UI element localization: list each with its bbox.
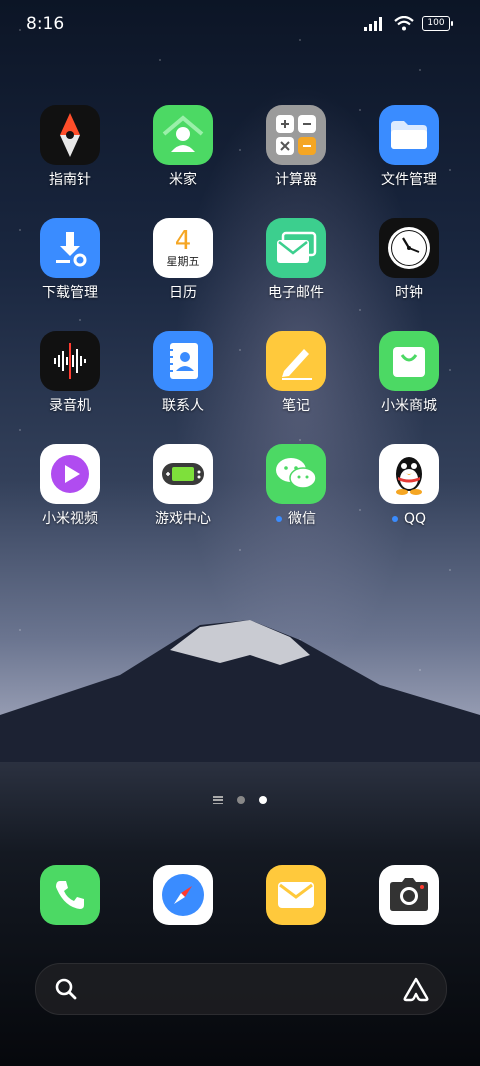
- camera-icon: [379, 865, 439, 925]
- app-calendar[interactable]: 4 星期五 日历: [128, 218, 238, 302]
- app-label: 计算器: [275, 172, 317, 188]
- app-label: 小米商城: [381, 398, 437, 414]
- app-file-manager[interactable]: 文件管理: [354, 105, 464, 189]
- calendar-icon: 4 星期五: [153, 218, 213, 278]
- contacts-book-icon: [153, 331, 213, 391]
- app-wechat[interactable]: 微信: [241, 444, 351, 528]
- status-bar: 8:16 100: [0, 0, 480, 50]
- app-label: 电子邮件: [268, 285, 324, 301]
- app-label: 游戏中心: [155, 511, 211, 527]
- app-label: 米家: [169, 172, 197, 188]
- search-icon[interactable]: [54, 977, 78, 1001]
- clock-icon: [379, 218, 439, 278]
- app-mi-video[interactable]: 小米视频: [15, 444, 125, 528]
- phone-icon: [40, 865, 100, 925]
- status-icons: 100: [364, 16, 453, 31]
- new-install-dot: [391, 516, 398, 522]
- email-icon: [266, 218, 326, 278]
- app-label: 时钟: [395, 285, 423, 301]
- app-drawer-icon[interactable]: [213, 796, 223, 804]
- app-game-center[interactable]: 游戏中心: [128, 444, 238, 528]
- page-indicator[interactable]: [213, 796, 267, 804]
- app-label: 联系人: [162, 398, 204, 414]
- app-contacts[interactable]: 联系人: [128, 331, 238, 415]
- app-calculator[interactable]: 计算器: [241, 105, 351, 189]
- dock-camera[interactable]: [354, 865, 464, 925]
- search-bar[interactable]: [35, 963, 447, 1015]
- status-time: 8:16: [26, 14, 65, 34]
- pencil-icon: [266, 331, 326, 391]
- app-compass[interactable]: 指南针: [15, 105, 125, 189]
- app-label: QQ: [403, 511, 427, 527]
- dock-messages[interactable]: [241, 865, 351, 925]
- app-notes[interactable]: 笔记: [241, 331, 351, 415]
- wallpaper-mountain: [0, 620, 480, 765]
- page-dot-1[interactable]: [237, 796, 245, 804]
- qq-penguin-icon: [379, 444, 439, 504]
- signal-icon: [364, 16, 382, 31]
- app-label: 下载管理: [42, 285, 98, 301]
- app-label: 小米视频: [42, 511, 98, 527]
- calendar-weekday: 星期五: [166, 255, 200, 268]
- app-label: 日历: [169, 285, 197, 301]
- app-label: 笔记: [282, 398, 310, 414]
- dock-phone[interactable]: [15, 865, 125, 925]
- app-label: 指南针: [49, 172, 91, 188]
- new-install-dot: [276, 516, 282, 522]
- app-downloads[interactable]: 下载管理: [15, 218, 125, 302]
- calculator-icon: [266, 105, 326, 165]
- compass-icon: [40, 105, 100, 165]
- app-label: 录音机: [49, 398, 91, 414]
- dock-browser[interactable]: [128, 865, 238, 925]
- wifi-icon: [394, 16, 414, 31]
- battery-level: 100: [427, 18, 445, 28]
- shopping-bag-icon: [379, 331, 439, 391]
- app-clock[interactable]: 时钟: [354, 218, 464, 302]
- sound-wave-icon: [40, 331, 100, 391]
- app-mi-store[interactable]: 小米商城: [354, 331, 464, 415]
- app-qq[interactable]: QQ: [354, 444, 464, 528]
- folder-icon: [379, 105, 439, 165]
- app-label: 微信: [288, 511, 316, 527]
- app-label: 文件管理: [381, 172, 437, 188]
- gamepad-icon: [153, 444, 213, 504]
- app-mijia[interactable]: 米家: [128, 105, 238, 189]
- mijia-home-icon: [153, 105, 213, 165]
- compass-safari-icon: [153, 865, 213, 925]
- play-icon: [40, 444, 100, 504]
- wechat-icon: [266, 444, 326, 504]
- app-label-with-badge: QQ: [354, 510, 464, 528]
- page-dot-2-active[interactable]: [259, 796, 267, 804]
- download-icon: [40, 218, 100, 278]
- battery-icon: 100: [422, 16, 453, 31]
- app-recorder[interactable]: 录音机: [15, 331, 125, 415]
- envelope-icon: [266, 865, 326, 925]
- app-email[interactable]: 电子邮件: [241, 218, 351, 302]
- calendar-day: 4: [174, 226, 192, 256]
- assistant-icon[interactable]: [402, 976, 430, 1002]
- app-label-with-badge: 微信: [241, 510, 351, 528]
